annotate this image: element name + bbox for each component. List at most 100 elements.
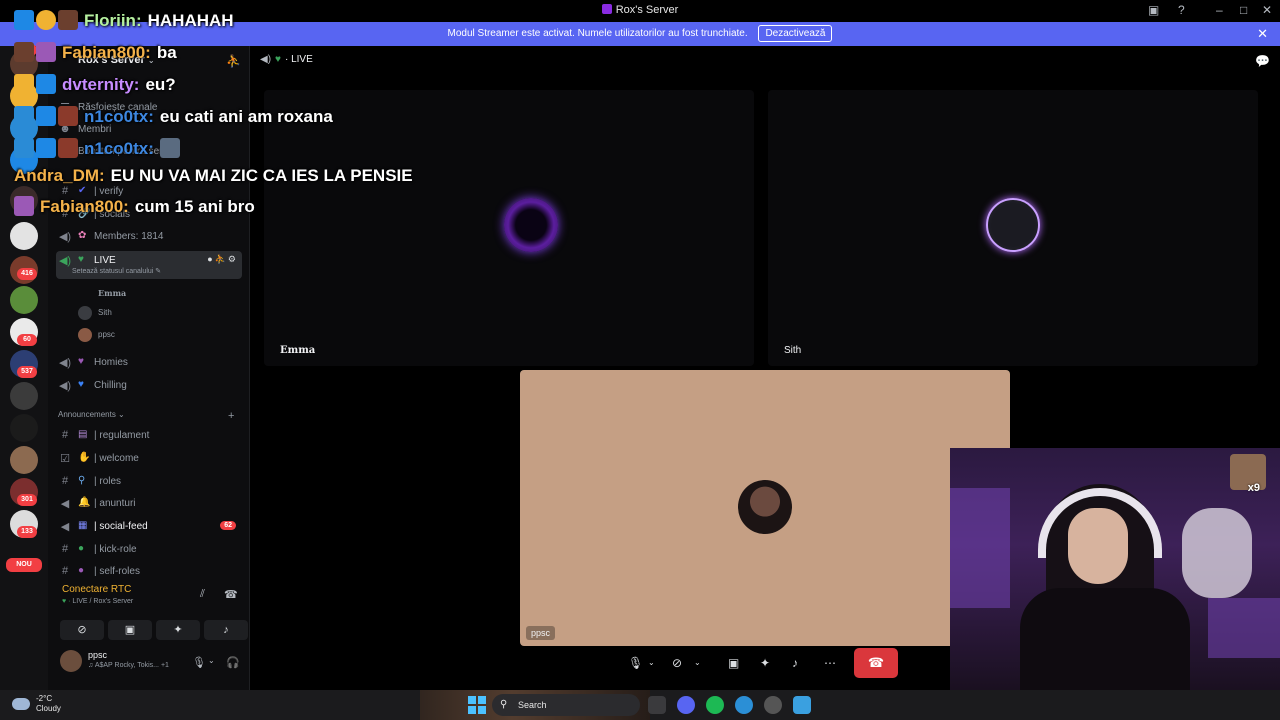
activities-icon[interactable]: ✦	[760, 648, 770, 678]
chat-bubble-icon[interactable]: 💬	[1255, 54, 1270, 68]
server-icon[interactable]	[10, 222, 38, 250]
headphones-icon[interactable]: 🎧	[226, 656, 240, 669]
server-icon[interactable]	[10, 414, 38, 442]
noise-suppression-icon[interactable]: ⫽	[200, 588, 205, 601]
taskbar-search[interactable]: ⚲ Search	[492, 694, 640, 716]
add-channel-icon[interactable]: +	[228, 410, 234, 422]
chat-username: n1co0tx:	[84, 139, 154, 158]
voice-user[interactable]: Sith	[78, 306, 112, 320]
hang-up-button[interactable]: ☎	[854, 648, 898, 678]
magnifier-icon: ⚲	[78, 475, 86, 486]
purple-circle-icon: ●	[78, 565, 85, 576]
avatar[interactable]	[60, 650, 82, 672]
screen-share-button[interactable]: ▣	[108, 620, 152, 640]
participant-tile[interactable]: Sith	[768, 90, 1258, 366]
edge-app-icon[interactable]	[735, 696, 753, 714]
badge-icon	[14, 138, 34, 158]
rtc-channel[interactable]: ♥ · LIVE / Rox's Server	[62, 598, 133, 605]
channel-members-count[interactable]: ◀) ✿ Members: 1814	[56, 227, 242, 247]
sidebar-item-label: Chilling	[94, 380, 127, 391]
voice-user[interactable]: ppsc	[78, 328, 115, 342]
spotify-app-icon[interactable]	[706, 696, 724, 714]
help-icon[interactable]: ?	[1178, 3, 1185, 17]
microphone-icon[interactable]: 🎙	[192, 656, 206, 669]
banner-close-icon[interactable]: ✕	[1257, 22, 1268, 46]
task-view-icon[interactable]	[648, 696, 666, 714]
soundboard-button[interactable]: ♪	[204, 620, 248, 640]
streamer-body	[1020, 588, 1190, 690]
chat-text: eu?	[145, 75, 176, 94]
chevron-down-icon[interactable]: ⌄	[694, 648, 701, 678]
activities-button[interactable]: ✦	[156, 620, 200, 640]
disconnect-icon[interactable]: ☎	[224, 588, 238, 601]
book-icon: ▤	[78, 429, 88, 440]
close-window-button[interactable]: ✕	[1262, 3, 1272, 17]
steam-app-icon[interactable]	[764, 696, 782, 714]
hash-icon: #	[61, 429, 69, 441]
invite-people-icon[interactable]: ⛹	[226, 54, 241, 68]
category-announcements[interactable]: Announcements ⌄ +	[58, 410, 234, 422]
chevron-down-icon[interactable]: ⌄	[208, 656, 215, 665]
windows-start-icon[interactable]	[468, 696, 486, 714]
camera-off-button[interactable]: ⊘	[60, 620, 104, 640]
chat-username: n1co0tx:	[84, 107, 154, 126]
maximize-button[interactable]: □	[1240, 3, 1247, 17]
voice-connection-panel: Conectare RTC ♥ · LIVE / Rox's Server ⫽ …	[52, 578, 248, 640]
server-icon[interactable]	[10, 286, 38, 314]
screen-share-tile[interactable]: ppsc	[520, 370, 1010, 646]
channel-kick-role[interactable]: # ● | kick-role	[56, 540, 242, 560]
chat-username: Andra_DM:	[14, 166, 105, 185]
voice-user[interactable]: Emma	[78, 288, 126, 298]
channel-tools[interactable]: ●⛹⚙	[207, 254, 238, 265]
badge-icon	[36, 10, 56, 30]
camera-off-icon[interactable]: ⊘	[672, 648, 682, 678]
sidebar-item-label: | anunturi	[94, 498, 136, 509]
disable-streamer-mode-button[interactable]: Dezactivează	[758, 25, 833, 42]
username[interactable]: ppsc	[88, 650, 107, 660]
channel-social-feed[interactable]: ◀ ▦ | social-feed 62	[56, 517, 242, 537]
channel-chilling[interactable]: ◀) ♥ Chilling	[56, 376, 242, 396]
more-options-icon[interactable]: ⋯	[824, 648, 836, 678]
cloud-icon	[12, 698, 30, 710]
channel-regulament[interactable]: # ▤ | regulament	[56, 426, 242, 446]
channel-status[interactable]: Setează statusul canalului ✎	[72, 267, 161, 275]
participant-tile[interactable]: Emma	[264, 90, 754, 366]
avatar	[986, 198, 1040, 252]
background-pillow	[1182, 508, 1252, 598]
app-icon[interactable]	[793, 696, 811, 714]
purple-heart-icon: ♥	[78, 356, 84, 367]
screen-share-icon[interactable]: ▣	[728, 648, 739, 678]
voice-user-name: Emma	[98, 288, 127, 298]
headset-icon	[1038, 488, 1162, 558]
minimize-button[interactable]: –	[1216, 3, 1223, 17]
inbox-icon[interactable]: ▣	[1148, 3, 1159, 17]
server-logo-icon	[601, 4, 612, 14]
chat-message: dvternity: eu?	[14, 74, 176, 100]
chevron-down-icon[interactable]: ⌄	[648, 648, 655, 678]
weather-widget[interactable]: -2°C Cloudy	[12, 694, 61, 714]
blue-heart-icon: ♥	[78, 379, 84, 390]
chat-badges	[14, 196, 36, 217]
badge-icon	[36, 74, 56, 94]
flower-icon: ✿	[78, 230, 87, 241]
channel-roles[interactable]: # ⚲ | roles	[56, 472, 242, 492]
channel-welcome[interactable]: ☑ ✋ | welcome	[56, 449, 242, 469]
green-circle-icon: ●	[78, 543, 85, 554]
new-badge: NOU	[6, 558, 42, 572]
badge-icon	[14, 74, 34, 94]
server-icon[interactable]	[10, 446, 38, 474]
green-heart-icon: ♥	[78, 254, 84, 265]
participant-name: Sith	[784, 345, 802, 356]
server-icon[interactable]	[10, 382, 38, 410]
chat-text: EU NU VA MAI ZIC CA IES LA PENSIE	[110, 166, 413, 185]
discord-app-icon[interactable]	[677, 696, 695, 714]
emote-image	[159, 138, 180, 158]
microphone-icon[interactable]: 🎙	[628, 648, 643, 678]
chat-username: Fabian800:	[40, 197, 129, 216]
chat-badges	[14, 138, 80, 159]
channel-anunturi[interactable]: ◀ 🔔 | anunturi	[56, 494, 242, 514]
channel-live[interactable]: ◀) ♥ LIVE ●⛹⚙ Setează statusul canalului…	[56, 251, 242, 279]
soundboard-icon[interactable]: ♪	[792, 648, 798, 678]
rtc-status[interactable]: Conectare RTC	[62, 584, 131, 595]
channel-homies[interactable]: ◀) ♥ Homies	[56, 353, 242, 373]
